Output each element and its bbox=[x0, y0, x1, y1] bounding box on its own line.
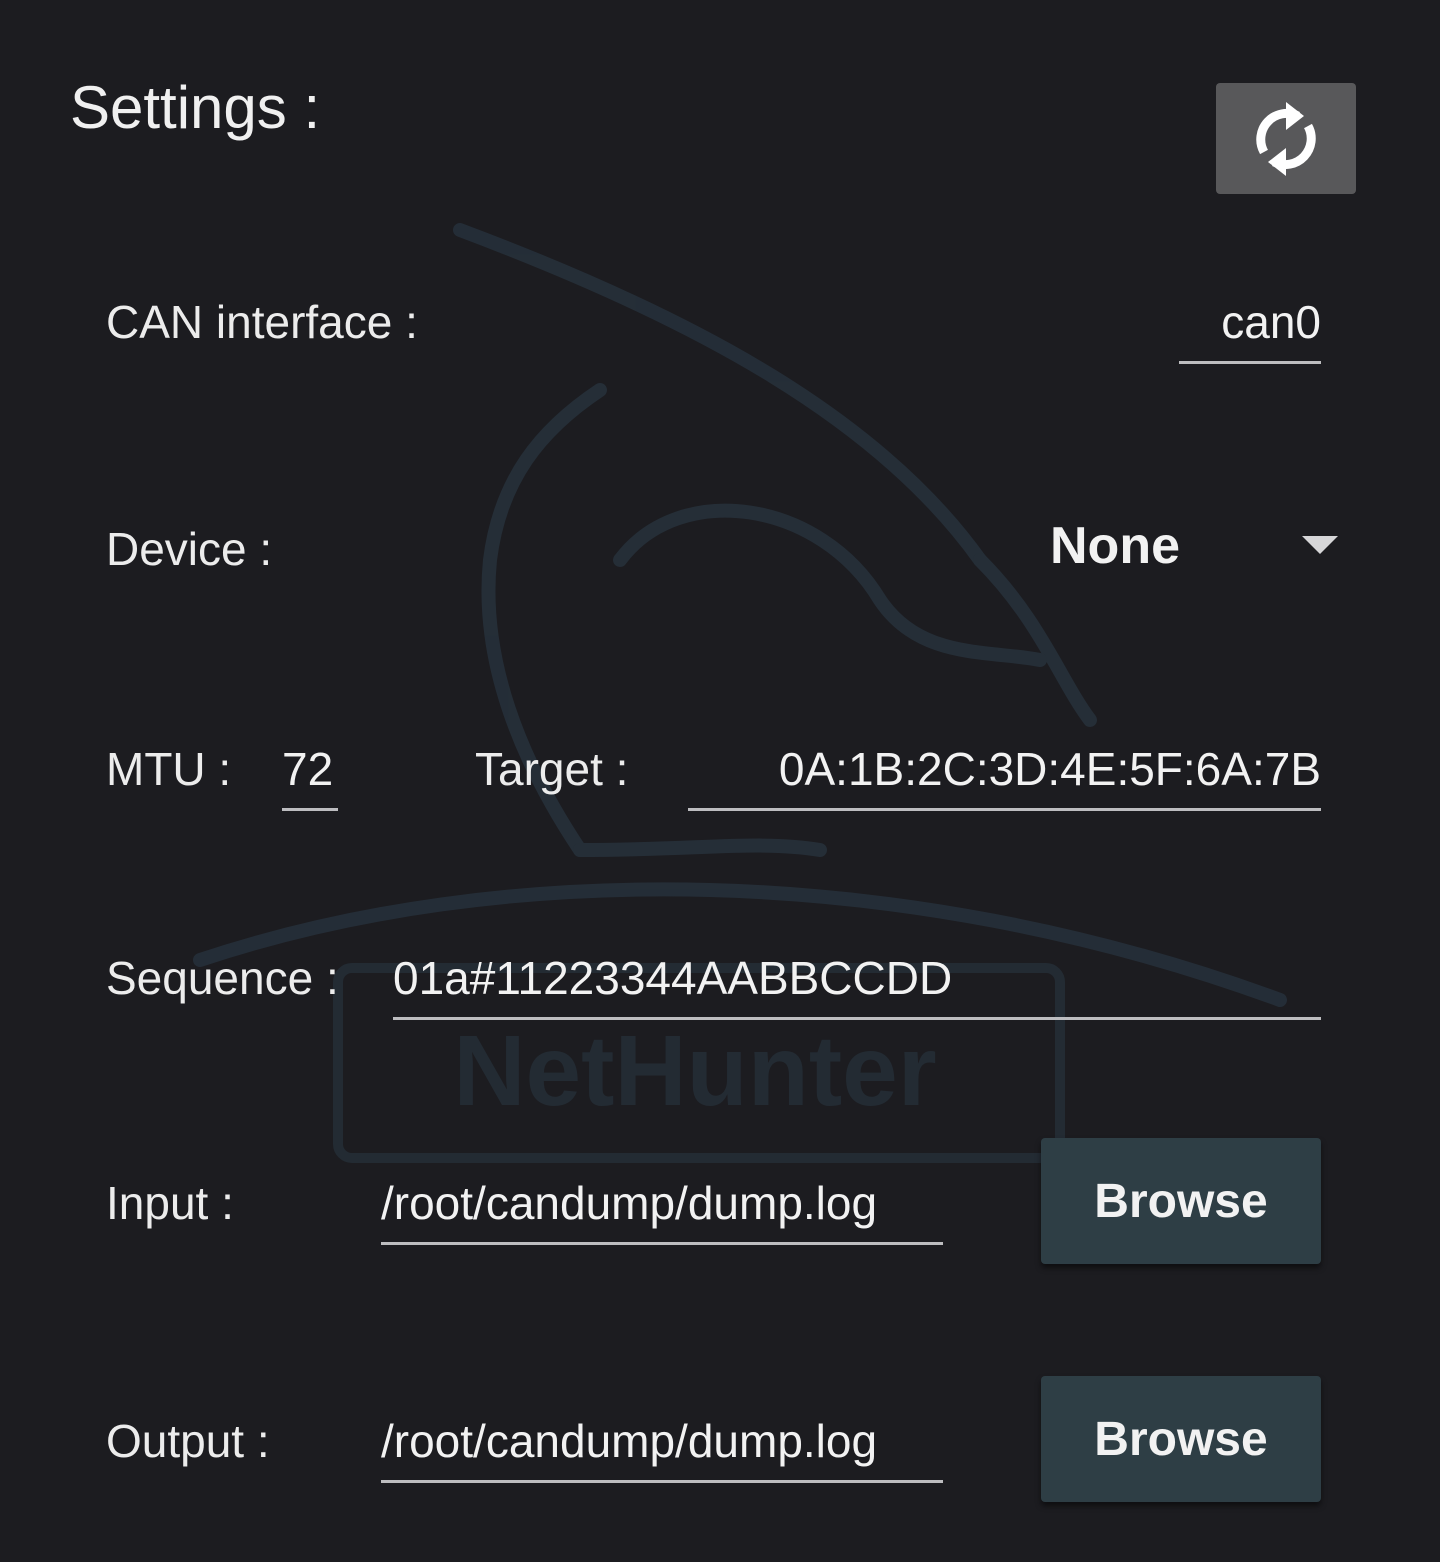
sequence-input[interactable]: 01a#11223344AABBCCDD bbox=[393, 950, 1321, 1020]
page-title: Settings : bbox=[70, 74, 321, 141]
output-path-field[interactable]: /root/candump/dump.log bbox=[381, 1413, 943, 1483]
input-browse-button[interactable]: Browse bbox=[1041, 1138, 1321, 1264]
input-label: Input : bbox=[106, 1177, 234, 1229]
chevron-down-icon[interactable] bbox=[1302, 536, 1338, 554]
input-path-field[interactable]: /root/candump/dump.log bbox=[381, 1175, 943, 1245]
output-browse-button[interactable]: Browse bbox=[1041, 1376, 1321, 1502]
sequence-label: Sequence : bbox=[106, 952, 339, 1004]
can-interface-label: CAN interface : bbox=[106, 296, 418, 348]
watermark-text: NetHunter bbox=[453, 1015, 936, 1127]
target-input[interactable]: 0A:1B:2C:3D:4E:5F:6A:7B bbox=[688, 741, 1321, 811]
output-label: Output : bbox=[106, 1415, 270, 1467]
can-interface-input[interactable]: can0 bbox=[1179, 294, 1321, 364]
refresh-icon bbox=[1256, 101, 1316, 176]
refresh-button[interactable] bbox=[1216, 83, 1356, 194]
mtu-label: MTU : bbox=[106, 743, 232, 795]
target-label: Target : bbox=[475, 743, 629, 795]
device-dropdown[interactable]: None bbox=[1000, 514, 1180, 578]
mtu-input[interactable]: 72 bbox=[282, 741, 338, 811]
device-label: Device : bbox=[106, 523, 273, 575]
settings-panel: NetHunter Settings : CAN interface : can… bbox=[0, 0, 1440, 1562]
